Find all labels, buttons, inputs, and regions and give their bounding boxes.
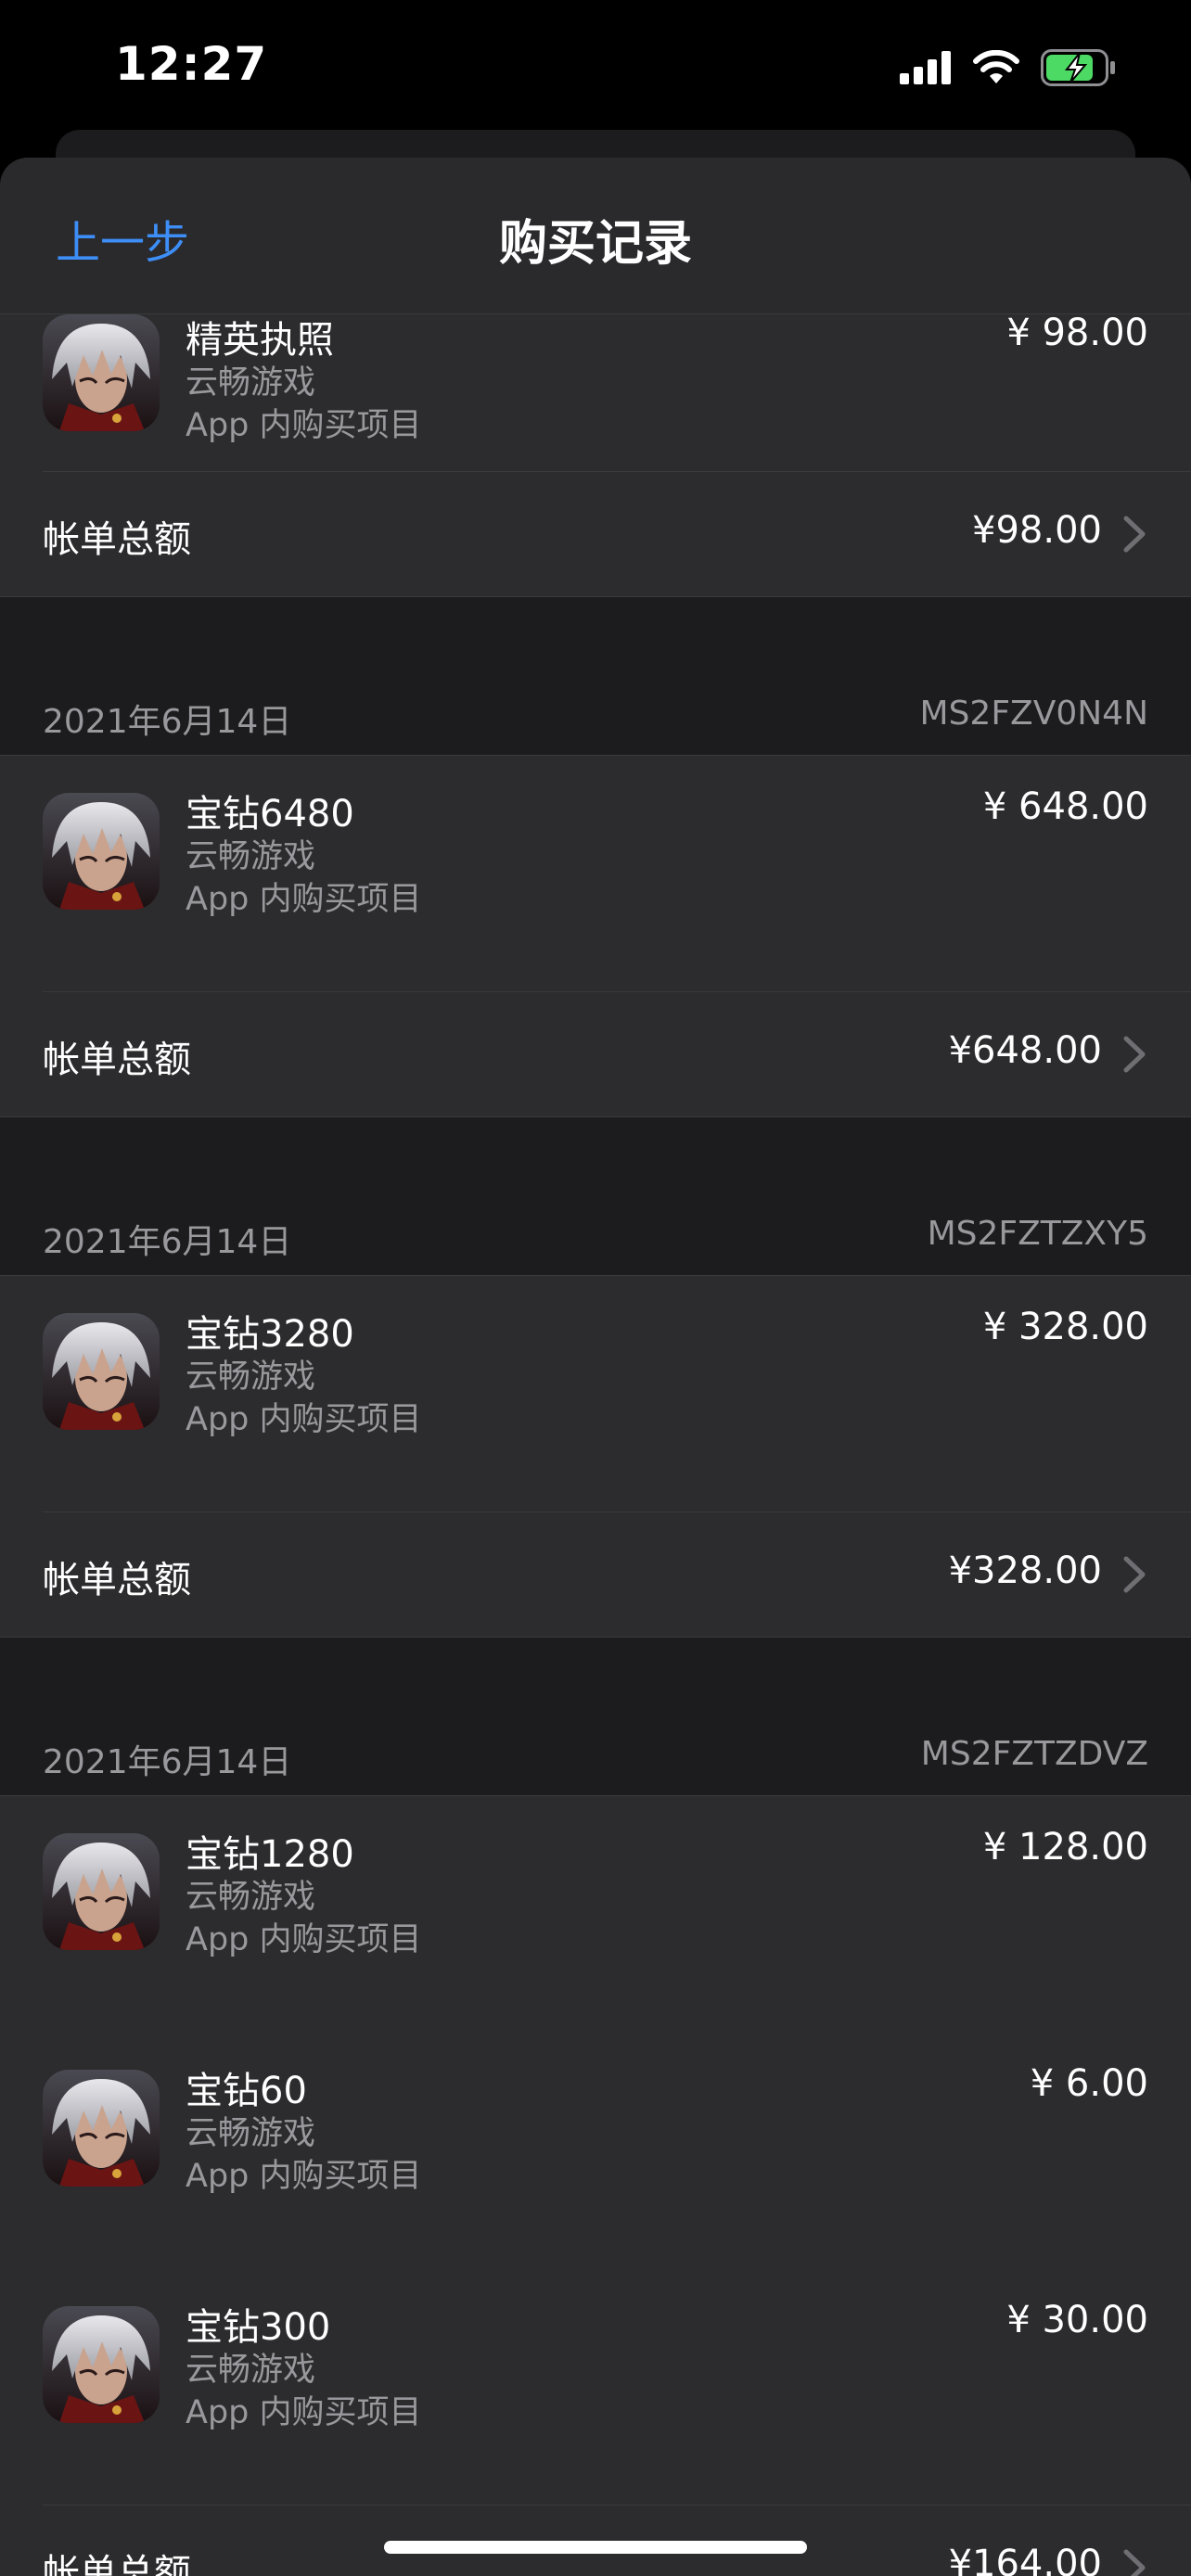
item-price: ¥ 98.00 — [1006, 312, 1148, 354]
bill-total-amount: ¥648.00 — [948, 1029, 1102, 1072]
item-price: ¥ 328.00 — [982, 1306, 1148, 1348]
cellular-signal-icon — [900, 51, 951, 84]
item-developer: 云畅游戏 — [186, 2115, 316, 2152]
bill-total-label: 帐单总额 — [43, 1559, 191, 1601]
purchase-item[interactable]: 精英执照 云畅游戏 App 内购买项目 ¥ 98.00 — [0, 312, 1191, 472]
order-card: 宝钻1280 云畅游戏 App 内购买项目 ¥ 128.00 宝钻60 云畅游戏… — [0, 1795, 1191, 2576]
game-character-app-icon — [43, 2070, 160, 2187]
order-header: 2021年6月14日 MS2FZV0N4N — [0, 597, 1191, 755]
game-character-app-icon — [43, 1833, 160, 1950]
page-title: 购买记录 — [498, 216, 692, 272]
item-developer: 云畅游戏 — [186, 364, 316, 402]
bill-total-label: 帐单总额 — [43, 2552, 191, 2576]
item-developer: 云畅游戏 — [186, 2352, 316, 2389]
order-header: 2021年6月14日 MS2FZTZDVZ — [0, 1638, 1191, 1795]
wifi-icon — [973, 50, 1019, 83]
order-id: MS2FZTZDVZ — [920, 1735, 1148, 1773]
item-developer: 云畅游戏 — [186, 1879, 316, 1916]
order-date: 2021年6月14日 — [43, 1743, 292, 1781]
order-header: 2021年6月14日 MS2FZTZXY5 — [0, 1117, 1191, 1275]
order-date: 2021年6月14日 — [43, 1223, 292, 1261]
battery-charging-icon — [1041, 49, 1115, 86]
game-character-app-icon — [43, 2306, 160, 2423]
purchase-history-sheet: 上一步 购买记录 精英执照 云畅游戏 App 内购买项目 ¥ 98.00 帐单总… — [0, 158, 1191, 2576]
item-type: App 内购买项目 — [186, 881, 422, 918]
purchase-list[interactable]: 精英执照 云畅游戏 App 内购买项目 ¥ 98.00 帐单总额 ¥98.00 … — [0, 312, 1191, 2576]
item-developer: 云畅游戏 — [186, 1358, 316, 1396]
purchase-item[interactable]: 宝钻1280 云畅游戏 App 内购买项目 ¥ 128.00 — [0, 1796, 1191, 2033]
status-icons — [900, 46, 1117, 89]
item-price: ¥ 648.00 — [982, 785, 1148, 828]
bill-total-row[interactable]: 帐单总额 ¥98.00 — [0, 472, 1191, 596]
bill-total-label: 帐单总额 — [43, 518, 191, 561]
item-type: App 内购买项目 — [186, 2394, 422, 2431]
game-character-app-icon — [43, 314, 160, 431]
game-character-app-icon — [43, 793, 160, 910]
chevron-right-icon — [1123, 516, 1146, 553]
item-type: App 内购买项目 — [186, 1401, 422, 1438]
order-id: MS2FZTZXY5 — [927, 1215, 1148, 1253]
game-character-app-icon — [43, 1313, 160, 1430]
order-card: 宝钻3280 云畅游戏 App 内购买项目 ¥ 328.00 帐单总额 ¥328… — [0, 1275, 1191, 1638]
item-developer: 云畅游戏 — [186, 838, 316, 875]
item-price: ¥ 128.00 — [982, 1826, 1148, 1868]
order-date: 2021年6月14日 — [43, 703, 292, 741]
bill-total-row[interactable]: 帐单总额 ¥648.00 — [0, 992, 1191, 1116]
bill-total-amount: ¥164.00 — [948, 2543, 1102, 2576]
order-id: MS2FZV0N4N — [919, 695, 1148, 733]
chevron-right-icon — [1123, 1036, 1146, 1073]
item-price: ¥ 6.00 — [1030, 2062, 1148, 2105]
purchase-item[interactable]: 宝钻60 云畅游戏 App 内购买项目 ¥ 6.00 — [0, 2033, 1191, 2269]
item-price: ¥ 30.00 — [1006, 2299, 1148, 2341]
navigation-bar: 上一步 购买记录 — [0, 158, 1191, 314]
status-time: 12:27 — [115, 37, 268, 91]
chevron-right-icon — [1123, 1556, 1146, 1593]
bill-total-amount: ¥328.00 — [948, 1549, 1102, 1592]
item-type: App 内购买项目 — [186, 407, 422, 444]
order-card: 宝钻6480 云畅游戏 App 内购买项目 ¥ 648.00 帐单总额 ¥648… — [0, 755, 1191, 1117]
home-indicator[interactable] — [384, 2541, 807, 2554]
order-card: 精英执照 云畅游戏 App 内购买项目 ¥ 98.00 帐单总额 ¥98.00 — [0, 312, 1191, 597]
purchase-item[interactable]: 宝钻6480 云畅游戏 App 内购买项目 ¥ 648.00 — [0, 756, 1191, 992]
item-type: App 内购买项目 — [186, 1921, 422, 1958]
bill-total-row[interactable]: 帐单总额 ¥328.00 — [0, 1512, 1191, 1637]
purchase-item[interactable]: 宝钻300 云畅游戏 App 内购买项目 ¥ 30.00 — [0, 2269, 1191, 2506]
purchase-item[interactable]: 宝钻3280 云畅游戏 App 内购买项目 ¥ 328.00 — [0, 1276, 1191, 1512]
screen: 12:27 上一步 购买记录 精英执照 云畅游戏 App 内购买项目 ¥ 98.… — [0, 0, 1191, 2576]
chevron-right-icon — [1123, 2549, 1146, 2576]
item-type: App 内购买项目 — [186, 2158, 422, 2195]
status-bar: 12:27 — [0, 0, 1191, 130]
bill-total-label: 帐单总额 — [43, 1039, 191, 1081]
bill-total-amount: ¥98.00 — [972, 509, 1102, 552]
